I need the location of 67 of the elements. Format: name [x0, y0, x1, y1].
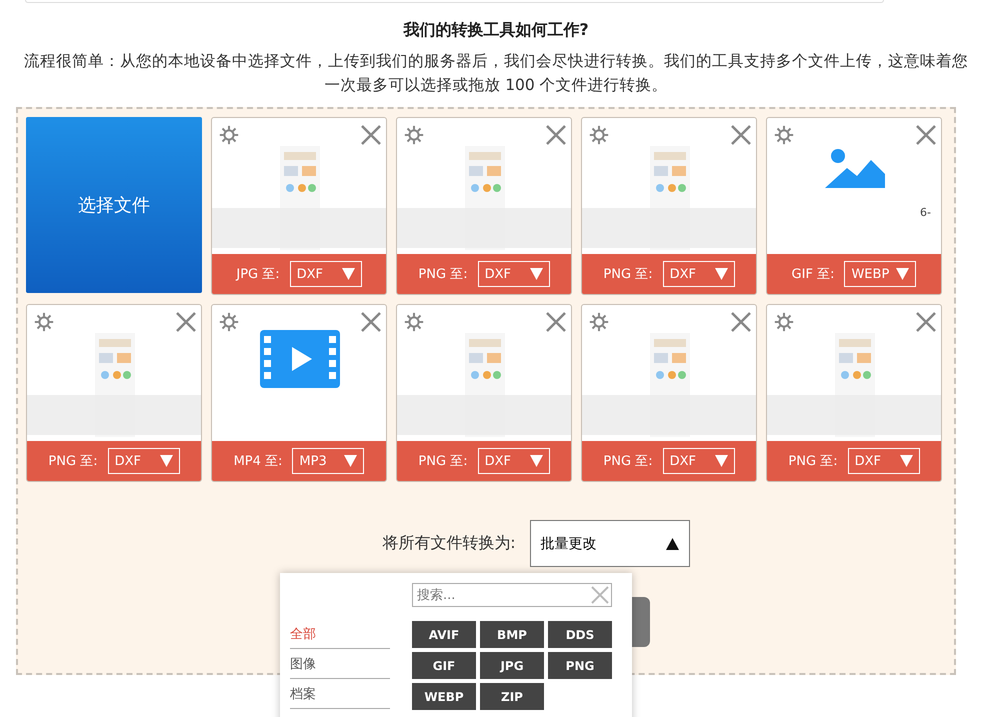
image-icon: [825, 146, 885, 188]
target-format-select[interactable]: DXF: [478, 448, 550, 474]
format-option[interactable]: GIF: [412, 652, 476, 679]
section-heading: 我们的转换工具如何工作?: [402, 20, 590, 41]
source-format: JPG 至:: [236, 266, 280, 283]
category-tab[interactable]: 档案: [290, 679, 390, 709]
format-option[interactable]: JPG: [480, 652, 544, 679]
settings-icon[interactable]: [403, 311, 425, 333]
settings-icon[interactable]: [33, 311, 55, 333]
settings-icon[interactable]: [403, 124, 425, 146]
source-format: PNG 至:: [48, 453, 98, 470]
source-format: PNG 至:: [603, 266, 653, 283]
close-icon[interactable]: [915, 311, 937, 333]
source-format: PNG 至:: [418, 266, 468, 283]
target-format-select[interactable]: DXF: [848, 448, 920, 474]
target-format-select[interactable]: DXF: [290, 261, 362, 287]
settings-icon[interactable]: [773, 124, 795, 146]
format-option[interactable]: BMP: [480, 621, 544, 648]
format-option[interactable]: ZIP: [480, 683, 544, 710]
settings-icon[interactable]: [588, 311, 610, 333]
target-format-select[interactable]: DXF: [108, 448, 180, 474]
caret-icon: [530, 455, 543, 467]
close-icon[interactable]: [730, 124, 752, 146]
file-name: 6-: [920, 206, 931, 219]
caret-icon: [530, 268, 543, 280]
target-format-select[interactable]: DXF: [478, 261, 550, 287]
batch-format-select[interactable]: 批量更改: [530, 520, 690, 567]
intro-paragraph: 流程很简单：从您的本地设备中选择文件，上传到我们的服务器后，我们会尽快进行转换。我们的工具支持多个文件上传，这意味着您一次最多可以选择或拖放 100 个文件进行转换。: [24, 51, 968, 96]
category-tab[interactable]: 图像: [290, 649, 390, 679]
caret-icon: [344, 455, 358, 467]
source-format: GIF 至:: [792, 266, 834, 283]
clear-icon[interactable]: [591, 586, 609, 604]
category-tab[interactable]: 全部: [290, 619, 390, 649]
target-format-select[interactable]: DXF: [662, 448, 735, 474]
close-icon[interactable]: [175, 311, 197, 333]
close-icon[interactable]: [360, 311, 382, 333]
settings-icon[interactable]: [218, 311, 240, 333]
target-format-select[interactable]: WEBP: [844, 261, 916, 287]
caret-icon: [896, 268, 910, 280]
close-icon[interactable]: [730, 311, 752, 333]
format-option[interactable]: WEBP: [412, 683, 476, 710]
search-field[interactable]: 搜索...: [412, 583, 612, 607]
choose-files-button[interactable]: 选择文件: [26, 117, 202, 293]
close-icon[interactable]: [545, 124, 567, 146]
target-format-select[interactable]: MP3: [292, 448, 364, 474]
close-icon[interactable]: [915, 124, 937, 146]
close-icon[interactable]: [545, 311, 567, 333]
source-format: PNG 至:: [418, 453, 468, 470]
format-option[interactable]: DDS: [548, 621, 612, 648]
settings-icon[interactable]: [588, 124, 610, 146]
source-format: MP4 至:: [234, 453, 282, 470]
format-option[interactable]: AVIF: [412, 621, 476, 648]
format-option[interactable]: PNG: [548, 652, 612, 679]
caret-icon: [160, 455, 173, 467]
settings-icon[interactable]: [218, 124, 240, 146]
video-icon: [260, 330, 340, 388]
settings-icon[interactable]: [773, 311, 795, 333]
source-format: PNG 至:: [788, 453, 838, 470]
close-icon[interactable]: [360, 124, 382, 146]
caret-icon: [714, 455, 728, 467]
convert-all-label: 将所有文件转换为:: [382, 533, 516, 554]
caret-icon: [666, 538, 679, 550]
caret-icon: [714, 268, 728, 280]
source-format: PNG 至:: [603, 453, 653, 470]
caret-icon: [342, 268, 355, 280]
caret-icon: [900, 455, 913, 467]
target-format-select[interactable]: DXF: [662, 261, 735, 287]
